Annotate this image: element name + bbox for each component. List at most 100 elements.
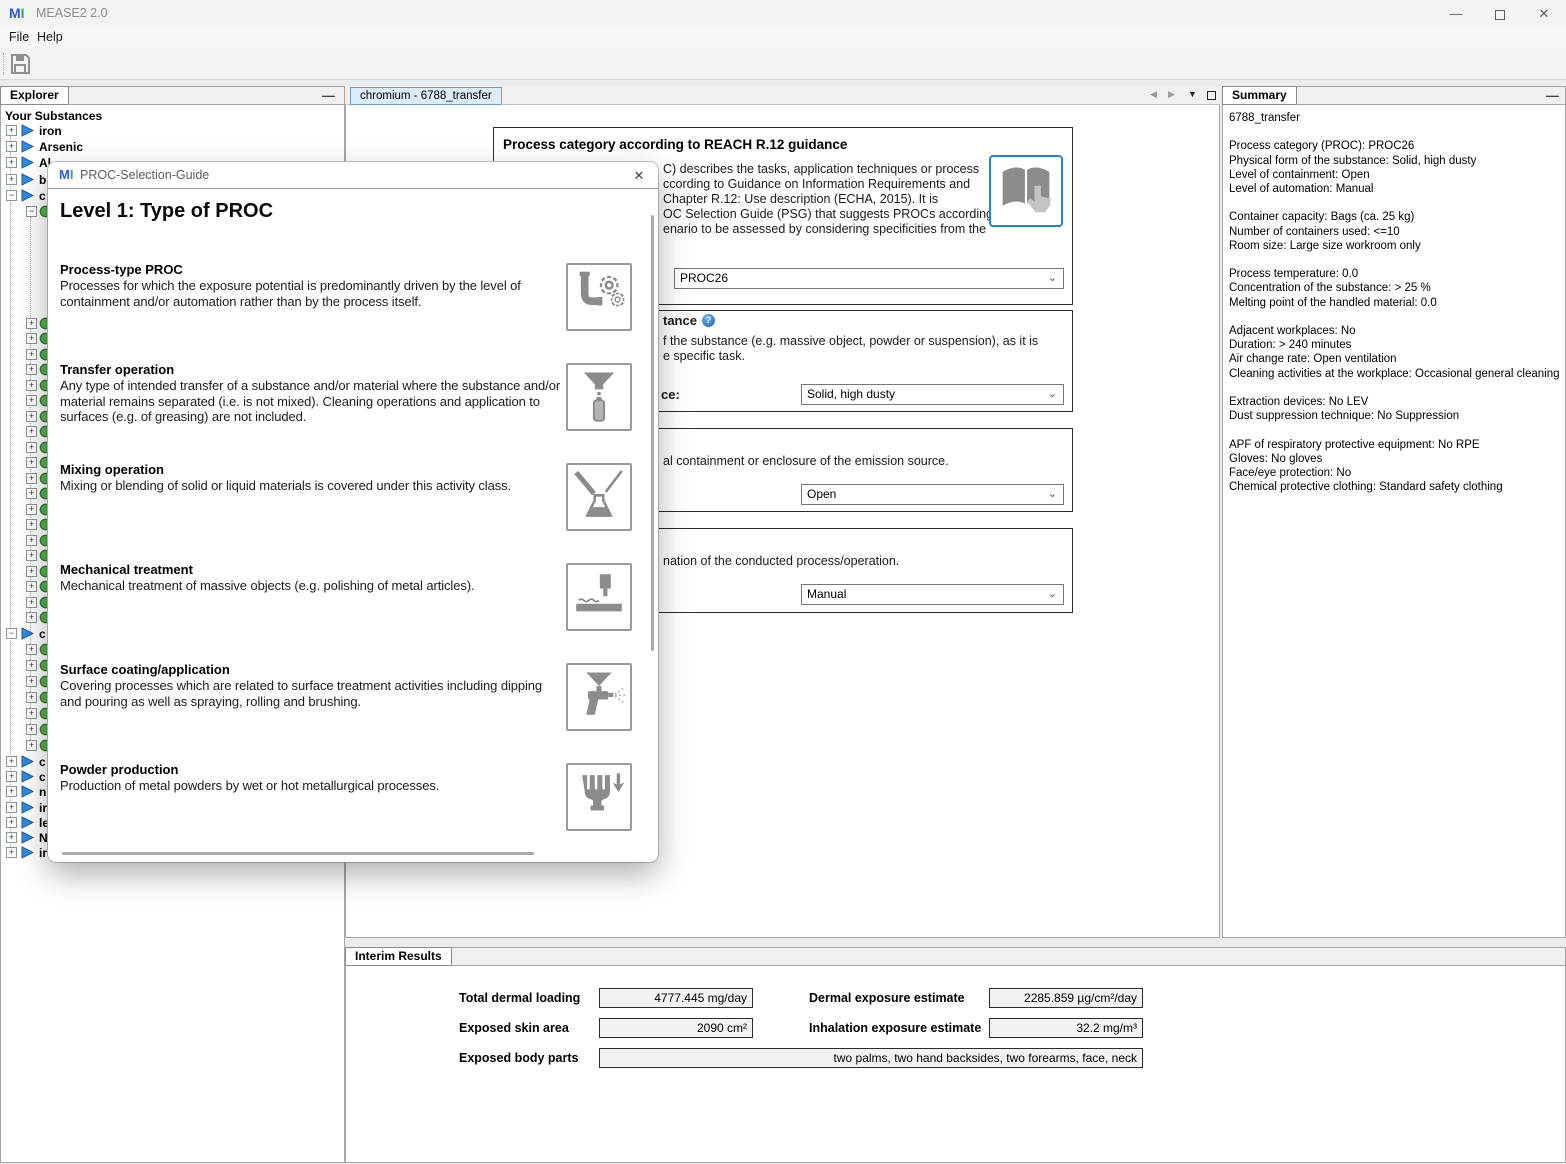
substance-triangle-icon (21, 124, 34, 137)
surface-tool-icon (566, 563, 632, 631)
tree-expander-icon[interactable]: + (26, 676, 37, 687)
guide-book-button[interactable] (989, 155, 1063, 227)
summary-line: Physical form of the substance: Solid, h… (1229, 154, 1561, 168)
tree-expander-icon[interactable]: + (26, 660, 37, 671)
tree-expander-icon[interactable]: + (26, 349, 37, 360)
tab-restore-icon[interactable] (1207, 91, 1216, 100)
tree-expander-icon[interactable]: + (26, 457, 37, 468)
tree-expander-icon[interactable]: + (26, 442, 37, 453)
summary-line: Cleaning activities at the workplace: Oc… (1229, 367, 1561, 381)
tree-item[interactable]: +iron (1, 124, 344, 138)
pipe-gears-icon (566, 263, 632, 331)
tree-expander-icon[interactable]: + (26, 597, 37, 608)
toolbar-grip (3, 53, 4, 75)
menu-file[interactable]: File (5, 30, 33, 44)
process-category-text-line: OC Selection Guide (PSG) that suggests P… (663, 207, 993, 221)
summary-line: Chemical protective clothing: Standard s… (1229, 480, 1561, 494)
tree-expander-icon[interactable]: + (26, 380, 37, 391)
tree-expander-icon[interactable]: + (26, 692, 37, 703)
dialog-horizontal-scrollbar[interactable] (62, 852, 534, 855)
proc-type-option[interactable]: Powder productionProduction of metal pow… (60, 762, 646, 860)
summary-minimize-button[interactable]: — (1546, 88, 1559, 103)
proc-type-option[interactable]: Transfer operationAny type of intended t… (60, 362, 646, 460)
tree-expander-icon[interactable]: + (6, 157, 17, 168)
proc-type-option[interactable]: Surface coating/applicationCovering proc… (60, 662, 646, 760)
proc-select[interactable]: PROC26⌄ (674, 268, 1064, 289)
tree-expander-icon[interactable]: + (26, 426, 37, 437)
tree-expander-icon[interactable]: + (26, 581, 37, 592)
close-window-button[interactable]: ✕ (1522, 0, 1566, 27)
menu-bar: File Help (0, 27, 1566, 48)
maximize-window-button[interactable] (1478, 0, 1522, 27)
tree-expander-icon[interactable]: + (26, 740, 37, 751)
tab-scroll-right-icon[interactable]: ▶ (1168, 89, 1175, 100)
dialog-close-button[interactable]: ✕ (628, 166, 650, 185)
funnel-spray-can-icon (566, 363, 632, 431)
interim-label: Total dermal loading (459, 988, 580, 1008)
tree-expander-icon[interactable]: + (26, 395, 37, 406)
process-category-text-line: Chapter R.12: Use description (ECHA, 201… (663, 192, 938, 206)
proc-option-description: Any type of intended transfer of a subst… (60, 378, 565, 425)
tree-expander-icon[interactable]: + (6, 771, 17, 782)
tree-expander-icon[interactable]: + (26, 333, 37, 344)
menu-help[interactable]: Help (33, 30, 67, 44)
tab-scroll-left-icon[interactable]: ◀ (1150, 89, 1157, 100)
tree-expander-icon[interactable]: + (26, 504, 37, 515)
tree-expander-icon[interactable]: + (6, 174, 17, 185)
summary-line: Container capacity: Bags (ca. 25 kg) (1229, 210, 1561, 224)
tree-expander-icon[interactable]: + (6, 125, 17, 136)
interim-panel-header (345, 947, 1566, 966)
tree-item-label: ir (39, 846, 47, 860)
tree-expander-icon[interactable]: + (26, 473, 37, 484)
tree-item-label: ir (39, 801, 47, 815)
tree-expander-icon[interactable]: − (26, 206, 37, 217)
automation-select[interactable]: Manual⌄ (801, 584, 1064, 605)
physical-form-text-line: f the substance (e.g. massive object, po… (663, 334, 1038, 348)
summary-line: Gloves: No gloves (1229, 452, 1561, 466)
tree-expander-icon[interactable]: + (6, 786, 17, 797)
tree-root-label[interactable]: Your Substances (5, 109, 102, 123)
minimize-window-button[interactable]: — (1434, 0, 1478, 27)
tree-expander-icon[interactable]: + (26, 612, 37, 623)
tree-expander-icon[interactable]: − (6, 628, 17, 639)
tree-item[interactable]: +Arsenic (1, 140, 344, 154)
tree-expander-icon[interactable]: − (6, 190, 17, 201)
containment-select[interactable]: Open⌄ (801, 484, 1064, 505)
tree-expander-icon[interactable]: + (26, 644, 37, 655)
tree-expander-icon[interactable]: + (6, 817, 17, 828)
tree-expander-icon[interactable]: + (6, 847, 17, 858)
tree-expander-icon[interactable]: + (26, 724, 37, 735)
tree-expander-icon[interactable]: + (26, 708, 37, 719)
interim-value-field: 32.2 mg/m³ (989, 1018, 1143, 1038)
proc-type-option[interactable]: Process-type PROCProcesses for which the… (60, 262, 646, 360)
tree-expander-icon[interactable]: + (26, 519, 37, 530)
tree-expander-icon[interactable]: + (26, 318, 37, 329)
tree-expander-icon[interactable]: + (26, 411, 37, 422)
save-button[interactable] (8, 52, 32, 76)
tab-list-dropdown-icon[interactable]: ▼ (1188, 89, 1197, 99)
tree-expander-icon[interactable]: + (26, 535, 37, 546)
tree-expander-icon[interactable]: + (26, 550, 37, 561)
summary-line: 6788_transfer (1229, 111, 1561, 125)
interim-value-field: 2090 cm² (599, 1018, 753, 1038)
tree-expander-icon[interactable]: + (6, 756, 17, 767)
tree-item-label: n (39, 785, 46, 799)
explorer-minimize-button[interactable]: — (322, 88, 335, 103)
substance-triangle-icon (21, 755, 34, 768)
toolbar (0, 48, 1566, 80)
proc-option-description: Processes for which the exposure potenti… (60, 278, 565, 309)
tree-expander-icon[interactable]: + (6, 832, 17, 843)
proc-type-option[interactable]: Mixing operationMixing or blending of so… (60, 462, 646, 560)
tree-expander-icon[interactable]: + (26, 566, 37, 577)
tree-expander-icon[interactable]: + (26, 488, 37, 499)
dialog-vertical-scrollbar[interactable] (651, 215, 654, 651)
tree-expander-icon[interactable]: + (6, 141, 17, 152)
open-book-hand-icon (991, 157, 1061, 225)
proc-option-title: Process-type PROC (60, 262, 183, 277)
tree-expander-icon[interactable]: + (26, 364, 37, 375)
proc-type-option[interactable]: Mechanical treatmentMechanical treatment… (60, 562, 646, 660)
help-icon[interactable]: ? (702, 314, 715, 327)
physical-form-select[interactable]: Solid, high dusty⌄ (801, 384, 1064, 405)
tab-chromium-transfer[interactable]: chromium - 6788_transfer (350, 87, 502, 105)
tree-expander-icon[interactable]: + (6, 802, 17, 813)
